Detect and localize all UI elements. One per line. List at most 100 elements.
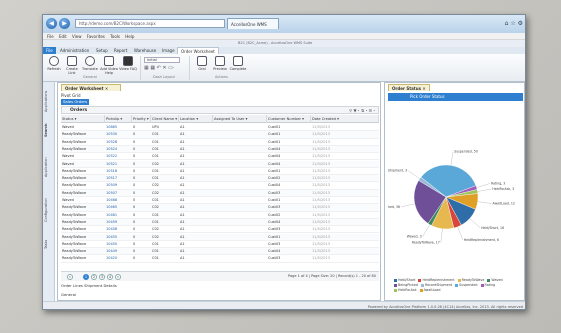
first-page-button[interactable]: «: [67, 274, 73, 280]
table-cell: A1: [180, 241, 185, 246]
column-header[interactable]: Pickslip ▾: [105, 115, 132, 123]
table-cell: C01: [152, 139, 159, 144]
table-cell: A1: [180, 212, 185, 217]
ribbon: Refresh Create Link Translate Add Video …: [43, 54, 525, 82]
column-header[interactable]: Assigned To User ▾: [213, 115, 267, 123]
tab-image[interactable]: Image: [159, 47, 178, 54]
grid-button[interactable]: Grid: [193, 56, 211, 71]
refresh-button[interactable]: Refresh: [45, 56, 63, 71]
menu-bar: File Edit View Favorites Tools Help: [43, 33, 525, 40]
complete-button[interactable]: Complete: [229, 56, 247, 71]
menu-item[interactable]: File: [47, 33, 54, 40]
forward-button[interactable]: ▶: [59, 18, 70, 29]
table-row[interactable]: ReadyToWave 10517 0 C01 A1 Cust02 11/5/2013: [61, 175, 379, 183]
table-row[interactable]: ReadyToWave 10518 0 C01 A1 Cust01 11/5/2013: [61, 168, 379, 176]
legend-item: Rating: [480, 283, 495, 288]
sidebar-item-applications[interactable]: Applications: [44, 86, 54, 116]
table-cell: C02: [152, 227, 159, 232]
page-button[interactable]: 3: [99, 274, 105, 280]
create-link-button[interactable]: Create Link: [63, 56, 81, 75]
tab-warehouse[interactable]: Warehouse: [131, 47, 159, 54]
tab-report[interactable]: Report: [111, 47, 130, 54]
table-row[interactable]: ReadyToWave 10449 0 C01 A1 Cust04 11/5/2013: [61, 248, 379, 256]
table-cell: [213, 226, 267, 233]
table-row[interactable]: Waved 10522 0 C01 A1 Cust04 11/5/2013: [61, 153, 379, 161]
legend-swatch: [394, 288, 397, 292]
layout-icons[interactable]: ▦ ▦ ↶ ✕ ▭·: [144, 65, 175, 71]
tab-order-worksheet[interactable]: Order Worksheet: [177, 47, 219, 54]
table-cell: C02: [152, 205, 159, 210]
column-header[interactable]: Status ▾: [61, 115, 105, 123]
back-button[interactable]: ◀: [46, 18, 57, 29]
table-row[interactable]: Waved 10865 0 UP4 A1 Cust01 11/5/2013: [61, 124, 379, 132]
table-row[interactable]: ReadyToWave 10524 0 C01 A1 Cust04 11/5/2013: [61, 145, 379, 154]
tab-setup[interactable]: Setup: [93, 47, 111, 54]
sidebar-item-tasks[interactable]: Tasks: [44, 234, 54, 254]
table-row[interactable]: ReadyToWave 10528 0 C01 A1 Cust01 11/5/2013: [61, 139, 379, 146]
table-row[interactable]: Waved 10521 0 C02 A1 Cust04 11/5/2013: [61, 160, 379, 168]
table-row[interactable]: Waved 10468 0 C01 A1 Cust01 11/5/2013: [61, 197, 379, 205]
table-cell: Cust04: [268, 161, 281, 166]
leader-line: [408, 170, 420, 179]
page-button[interactable]: 1: [83, 274, 89, 280]
sidebar-item-search[interactable]: Search: [44, 120, 54, 140]
table-cell: 10524: [106, 146, 118, 151]
leader-line: [477, 188, 492, 192]
table-cell: [213, 190, 267, 197]
orders-tools-icons[interactable]: ⚲ ▼ · ⇅ · ☰ ·: [349, 107, 375, 114]
menu-item[interactable]: Help: [125, 33, 134, 40]
next-page-button[interactable]: »: [115, 274, 121, 280]
page-button[interactable]: 4: [107, 274, 113, 280]
tab-file[interactable]: File: [43, 47, 56, 54]
table-cell: [213, 204, 267, 211]
order-status-tab[interactable]: Order Status ✕: [388, 84, 430, 91]
font-select[interactable]: Initial: [144, 57, 180, 63]
pager: « 1 2 3 4 » Page 1 of 4 | Page Size: 20 …: [61, 271, 379, 281]
table-cell: [213, 131, 267, 138]
table-cell: Cust02: [268, 176, 281, 181]
general-section[interactable]: General: [61, 292, 76, 297]
leader-line: [422, 224, 430, 237]
pivot-grid-link[interactable]: Pivot Grid: [61, 93, 80, 98]
menu-item[interactable]: Favorites: [87, 33, 105, 40]
table-row[interactable]: ReadyToWave 10458 0 C02 A1 Cust03 11/5/2013: [61, 226, 379, 234]
order-worksheet-tab[interactable]: Order Worksheet ✕: [61, 84, 121, 91]
menu-item[interactable]: Tools: [110, 33, 120, 40]
browser-tools-icons[interactable]: ⌂ ☆ ⚙: [505, 20, 523, 27]
tab-administration[interactable]: Administration: [57, 47, 92, 54]
sales-orders-tab[interactable]: Sales Orders: [61, 99, 89, 105]
preview-button[interactable]: Preview: [211, 56, 229, 71]
table-row[interactable]: ReadyToWave 10461 0 C01 A1 Cust02 11/5/2013: [61, 212, 379, 219]
video-faq-button[interactable]: Video FAQ: [119, 56, 137, 71]
table-row[interactable]: ReadyToWave 10530 0 C01 A1 Cust01 11/5/2013: [61, 131, 379, 139]
column-header[interactable]: Priority ▾: [132, 115, 151, 123]
table-row[interactable]: ReadyToWave 10507 0 C02 A1 Cust03 11/5/2013: [61, 189, 379, 197]
browser-tab[interactable]: AccellosOne WMS Suite: [227, 18, 279, 38]
translate-button[interactable]: Translate: [81, 56, 99, 71]
column-header[interactable]: Location ▾: [179, 115, 213, 123]
table-cell: UP4: [152, 125, 159, 129]
table-cell: 11/5/2013: [312, 227, 330, 232]
table-cell: 11/5/2013: [312, 219, 330, 224]
sidebar-item-configuration[interactable]: Configuration: [44, 192, 54, 228]
table-row[interactable]: ReadyToWave 10459 0 C01 A1 Cust04 11/5/2013: [61, 218, 379, 227]
table-cell: A1: [180, 249, 185, 254]
address-bar[interactable]: http://demo.com/B2C/Workspace.aspx: [75, 19, 225, 28]
table-row[interactable]: ReadyToWave 10455 0 C02 A1 Cust01 11/5/2013: [61, 233, 379, 241]
table-row[interactable]: ReadyToWave 10465 0 C02 A1 Cust03 11/5/2013: [61, 204, 379, 212]
column-header[interactable]: Date Created ▾: [311, 115, 379, 123]
detail-tabs[interactable]: Order Lines Shipment Details: [61, 283, 117, 288]
menu-item[interactable]: Edit: [59, 33, 67, 40]
table-row[interactable]: ReadyToWave 10420 0 C01 A1 Cust03 11/5/2013: [61, 255, 379, 263]
table-cell: A1: [180, 205, 185, 210]
table-row[interactable]: ReadyToWave 10450 0 C01 A1 Cust03 11/5/2013: [61, 241, 379, 249]
column-header[interactable]: Customer Number ▾: [267, 115, 311, 123]
page-button[interactable]: 2: [91, 274, 97, 280]
table-row[interactable]: ReadyToWave 10509 0 C02 A1 Cust04 11/5/2013: [61, 182, 379, 190]
table-cell: Cust04: [268, 146, 281, 151]
table-cell: [213, 139, 267, 146]
add-video-help-button[interactable]: Add Video Help: [100, 56, 118, 75]
menu-item[interactable]: View: [72, 33, 82, 40]
sidebar-item-application[interactable]: Application: [44, 152, 54, 182]
column-header[interactable]: Client Name ▾: [151, 115, 179, 123]
